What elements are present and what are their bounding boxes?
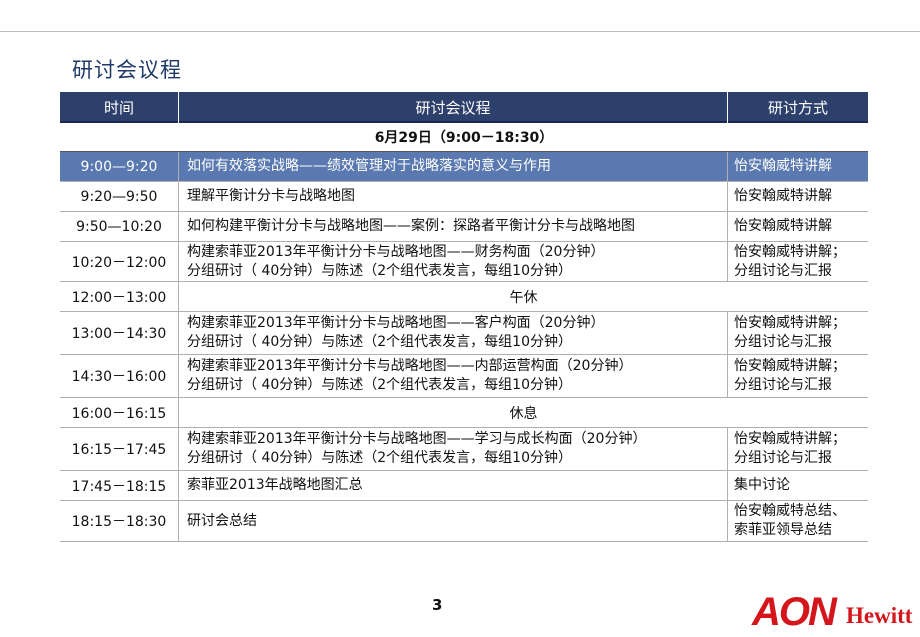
row-content: 构建索菲亚2013年平衡计分卡与战略地图——财务构面（20分钟） 分组研讨（ 40… — [178, 241, 728, 282]
table-row: 9:00—9:20 如何有效落实战略——绩效管理对于战略落实的意义与作用 怡安翰威特… — [60, 151, 868, 182]
row-content: 理解平衡计分卡与战略地图 — [178, 181, 728, 212]
table-header-row: 时间 研讨会议程 研讨方式 — [60, 92, 868, 123]
content-line: 分组研讨（ 40分钟）与陈述（2个组代表发言，每组10分钟） — [187, 334, 572, 350]
table-row: 13:00－14:30 构建索菲亚2013年平衡计分卡与战略地图——客户构面（20… — [60, 311, 868, 355]
content-line: 如何有效落实战略——绩效管理对于战略落实的意义与作用 — [187, 158, 551, 174]
logo-aon: AON — [752, 590, 837, 634]
row-content: 研讨会总结 — [178, 500, 728, 542]
table-row: 16:00－16:15 休息 — [60, 397, 868, 428]
content-line: 理解平衡计分卡与战略地图 — [187, 188, 355, 204]
row-method: 集中讨论 — [727, 470, 868, 501]
row-time: 13:00－14:30 — [60, 311, 179, 355]
row-break: 休息 — [178, 397, 868, 428]
content-line: 如何构建平衡计分卡与战略地图——案例：探路者平衡计分卡与战略地图 — [187, 218, 635, 234]
page-title: 研讨会议程 — [72, 58, 182, 82]
logo-hewitt: Hewitt — [846, 603, 913, 628]
table-row: 18:15－18:30 研讨会总结 怡安翰威特总结、 索菲亚领导总结 — [60, 500, 868, 542]
row-time: 9:20—9:50 — [60, 181, 179, 212]
row-time: 10:20－12:00 — [60, 241, 179, 282]
content-line: 构建索菲亚2013年平衡计分卡与战略地图——内部运营构面（20分钟） — [187, 358, 633, 374]
row-method: 怡安翰威特讲解 — [727, 151, 868, 182]
row-content: 构建索菲亚2013年平衡计分卡与战略地图——学习与成长构面（20分钟） 分组研讨（… — [178, 427, 728, 471]
row-content: 构建索菲亚2013年平衡计分卡与战略地图——客户构面（20分钟） 分组研讨（ 40… — [178, 311, 728, 355]
row-content: 索菲亚2013年战略地图汇总 — [178, 470, 728, 501]
row-time: 9:00—9:20 — [60, 151, 179, 182]
header-time: 时间 — [60, 92, 179, 123]
row-method: 怡安翰威特讲解； 分组讨论与汇报 — [727, 427, 868, 471]
row-time: 14:30－16:00 — [60, 354, 179, 398]
table-row: 16:15－17:45 构建索菲亚2013年平衡计分卡与战略地图——学习与成长构面… — [60, 427, 868, 471]
row-method: 怡安翰威特讲解； 分组讨论与汇报 — [727, 311, 868, 355]
method-line: 怡安翰威特讲解； — [734, 243, 846, 260]
row-time: 16:15－17:45 — [60, 427, 179, 471]
table-row: 10:20－12:00 构建索菲亚2013年平衡计分卡与战略地图——财务构面（20… — [60, 241, 868, 282]
row-time: 17:45－18:15 — [60, 470, 179, 501]
date-label: 6月29日（9:00－18:30） — [60, 123, 868, 152]
row-method: 怡安翰威特讲解； 分组讨论与汇报 — [727, 354, 868, 398]
page-number: 3 — [432, 596, 443, 614]
content-line: 分组研讨（ 40分钟）与陈述（2个组代表发言，每组10分钟） — [187, 262, 572, 279]
content-line: 索菲亚2013年战略地图汇总 — [187, 477, 363, 493]
row-time: 9:50—10:20 — [60, 211, 179, 242]
table-row: 12:00－13:00 午休 — [60, 281, 868, 312]
row-method: 怡安翰威特讲解 — [727, 211, 868, 242]
content-line: 构建索菲亚2013年平衡计分卡与战略地图——客户构面（20分钟） — [187, 315, 605, 331]
row-time: 12:00－13:00 — [60, 281, 179, 312]
row-method: 怡安翰威特讲解 — [727, 181, 868, 212]
method-line: 怡安翰威特讲解 — [734, 188, 832, 204]
row-content: 如何构建平衡计分卡与战略地图——案例：探路者平衡计分卡与战略地图 — [178, 211, 728, 242]
table-row: 17:45－18:15 索菲亚2013年战略地图汇总 集中讨论 — [60, 470, 868, 501]
method-line: 怡安翰威特讲解； — [734, 315, 846, 331]
table-row: 9:50—10:20 如何构建平衡计分卡与战略地图——案例：探路者平衡计分卡与战略… — [60, 211, 868, 242]
method-line: 分组讨论与汇报 — [734, 377, 832, 393]
table-row: 14:30－16:00 构建索菲亚2013年平衡计分卡与战略地图——内部运营构面（… — [60, 354, 868, 398]
header-agenda: 研讨会议程 — [178, 92, 728, 123]
agenda-table: 时间 研讨会议程 研讨方式 6月29日（9:00－18:30） 9:00—9:2… — [60, 92, 868, 542]
method-line: 索菲亚领导总结 — [734, 522, 832, 538]
method-line: 怡安翰威特讲解 — [734, 218, 832, 234]
row-content: 构建索菲亚2013年平衡计分卡与战略地图——内部运营构面（20分钟） 分组研讨（ … — [178, 354, 728, 398]
content-line: 分组研讨（ 40分钟）与陈述（2个组代表发言，每组10分钟） — [187, 450, 572, 466]
row-break: 午休 — [178, 281, 868, 312]
method-line: 怡安翰威特讲解 — [734, 158, 832, 174]
method-line: 怡安翰威特总结、 — [734, 503, 846, 519]
row-content: 如何有效落实战略——绩效管理对于战略落实的意义与作用 — [178, 151, 728, 182]
content-line: 构建索菲亚2013年平衡计分卡与战略地图——学习与成长构面（20分钟） — [187, 431, 647, 447]
row-time: 16:00－16:15 — [60, 397, 179, 428]
header-method: 研讨方式 — [727, 92, 868, 123]
aon-hewitt-logo: AON Hewitt — [752, 590, 912, 634]
row-time: 18:15－18:30 — [60, 500, 179, 542]
method-line: 怡安翰威特讲解； — [734, 358, 846, 374]
method-line: 怡安翰威特讲解； — [734, 431, 846, 447]
content-line: 构建索菲亚2013年平衡计分卡与战略地图——财务构面（20分钟） — [187, 243, 605, 260]
row-method: 怡安翰威特讲解； 分组讨论与汇报 — [727, 241, 868, 282]
method-line: 分组讨论与汇报 — [734, 262, 832, 279]
method-line: 集中讨论 — [734, 477, 790, 493]
top-divider — [0, 31, 920, 32]
date-row: 6月29日（9:00－18:30） — [60, 123, 868, 152]
row-method: 怡安翰威特总结、 索菲亚领导总结 — [727, 500, 868, 542]
content-line: 研讨会总结 — [187, 512, 257, 529]
table-row: 9:20—9:50 理解平衡计分卡与战略地图 怡安翰威特讲解 — [60, 181, 868, 212]
method-line: 分组讨论与汇报 — [734, 334, 832, 350]
content-line: 分组研讨（ 40分钟）与陈述（2个组代表发言，每组10分钟） — [187, 377, 572, 393]
method-line: 分组讨论与汇报 — [734, 450, 832, 466]
